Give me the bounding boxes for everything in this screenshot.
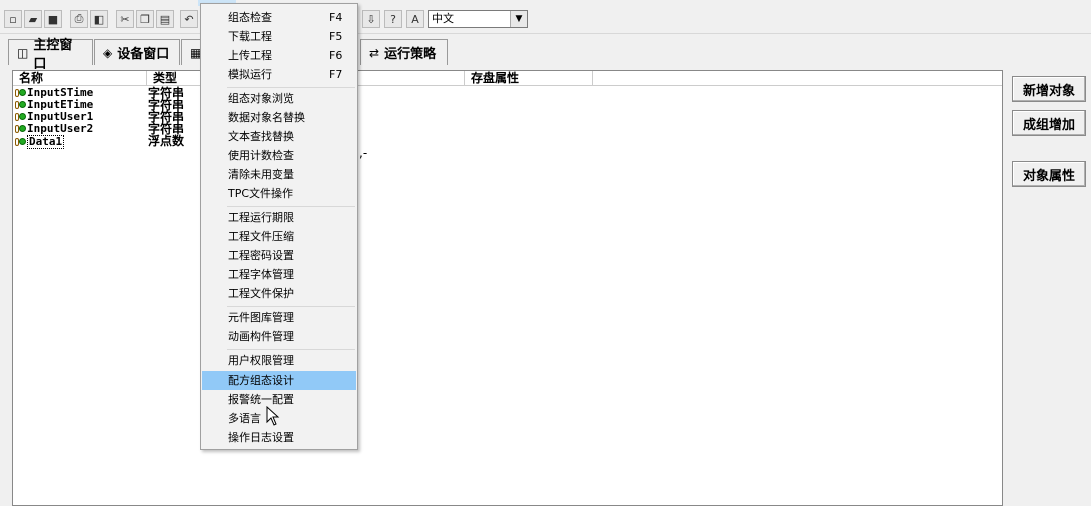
language-select[interactable]: 中文 ▼: [428, 10, 528, 28]
tools-dropdown-menu: 组态检查 F4 下载工程 F5 上传工程 F6 模拟运行 F7 组态对象浏览 数据对象名…: [200, 3, 358, 450]
variable-icon: [15, 124, 26, 134]
strategy-icon: ⇄: [369, 45, 380, 60]
menu-item-config-check[interactable]: 组态检查 F4: [202, 8, 356, 27]
menu-item-clear-unused-vars[interactable]: 清除未用变量: [202, 165, 356, 184]
variable-icon: [15, 88, 26, 98]
column-header-name[interactable]: 名称: [13, 71, 147, 85]
tab-device-window[interactable]: ◈ 设备窗口: [94, 39, 180, 65]
menu-item-usage-count-check[interactable]: 使用计数检查: [202, 146, 356, 165]
copy-icon[interactable]: ❐: [136, 10, 154, 28]
menu-item-user-permissions[interactable]: 用户权限管理: [202, 351, 356, 370]
table-row-selected[interactable]: Data1 浮点数: [13, 134, 1002, 149]
menu-separator: [227, 306, 355, 307]
group-add-button[interactable]: 成组增加: [1012, 110, 1086, 136]
menu-bar: [0, 0, 1091, 6]
open-folder-icon[interactable]: ▰: [24, 10, 42, 28]
workspace-tabs: ◫ 主控窗口 ◈ 设备窗口 ▦ ⇄ 运行策略: [0, 34, 1091, 72]
menu-item-component-library[interactable]: 元件图库管理: [202, 308, 356, 327]
menu-separator: [227, 349, 355, 350]
menu-item-simulate-run[interactable]: 模拟运行 F7: [202, 65, 356, 84]
row-extra-text: ,-: [359, 146, 368, 160]
language-value: 中文: [432, 12, 454, 25]
tab-run-strategy[interactable]: ⇄ 运行策略: [360, 39, 448, 65]
paste-icon[interactable]: ▤: [156, 10, 174, 28]
menu-item-animation-components[interactable]: 动画构件管理: [202, 327, 356, 346]
menu-item-font-management[interactable]: 工程字体管理: [202, 265, 356, 284]
help-icon[interactable]: ?: [384, 10, 402, 28]
print-icon[interactable]: ⎙: [70, 10, 88, 28]
window-icon: ◫: [17, 45, 29, 60]
save-icon[interactable]: ■: [44, 10, 62, 28]
menu-separator: [227, 87, 355, 88]
tab-label: 运行策略: [384, 47, 437, 62]
menu-item-recipe-design[interactable]: 配方组态设计: [202, 371, 356, 390]
variable-icon: [15, 112, 26, 122]
chevron-down-icon[interactable]: ▼: [510, 11, 527, 27]
menu-item-compress-project[interactable]: 工程文件压缩: [202, 227, 356, 246]
object-properties-button[interactable]: 对象属性: [1012, 161, 1086, 187]
add-object-button[interactable]: 新增对象: [1012, 76, 1086, 102]
data-object-list[interactable]: 名称 类型 存盘属性 InputSTime 字符串 InputETime 字符串…: [12, 70, 1003, 506]
menu-separator: [227, 206, 355, 207]
cut-icon[interactable]: ✂: [116, 10, 134, 28]
row-name: Data1: [27, 135, 65, 149]
menu-item-upload-project[interactable]: 上传工程 F6: [202, 46, 356, 65]
row-type: 浮点数: [148, 134, 185, 148]
menu-item-download-project[interactable]: 下载工程 F5: [202, 27, 356, 46]
tab-main-window[interactable]: ◫ 主控窗口: [8, 38, 93, 72]
device-icon: ◈: [103, 45, 113, 60]
menu-item-operation-log[interactable]: 操作日志设置: [202, 428, 356, 447]
list-header: 名称 类型 存盘属性: [13, 71, 1002, 86]
column-header-save-attr[interactable]: 存盘属性: [465, 71, 593, 85]
menu-item-object-browse[interactable]: 组态对象浏览: [202, 89, 356, 108]
tab-label: 主控窗口: [33, 37, 73, 72]
menu-item-file-protection[interactable]: 工程文件保护: [202, 284, 356, 303]
new-file-icon[interactable]: ▫: [4, 10, 22, 28]
menu-item-project-password[interactable]: 工程密码设置: [202, 246, 356, 265]
mouse-pointer-icon: [266, 406, 280, 426]
menu-item-rename-data-object[interactable]: 数据对象名替换: [202, 108, 356, 127]
menu-item-text-find-replace[interactable]: 文本查找替换: [202, 127, 356, 146]
menu-item-run-period[interactable]: 工程运行期限: [202, 208, 356, 227]
row-name: InputUser2: [27, 122, 94, 135]
variable-icon: [15, 137, 26, 147]
print-preview-icon[interactable]: ◧: [90, 10, 108, 28]
sort-icon[interactable]: ⇩: [362, 10, 380, 28]
toolbar: ▫ ▰ ■ ⎙ ◧ ✂ ❐ ▤ ↶ ⇩ ? A 中文 ▼: [0, 7, 1091, 34]
variable-icon: [15, 100, 26, 110]
menu-item-tpc-file-ops[interactable]: TPC文件操作: [202, 184, 356, 203]
undo-icon[interactable]: ↶: [180, 10, 198, 28]
language-icon[interactable]: A: [406, 10, 424, 28]
tab-label: 设备窗口: [117, 47, 170, 62]
